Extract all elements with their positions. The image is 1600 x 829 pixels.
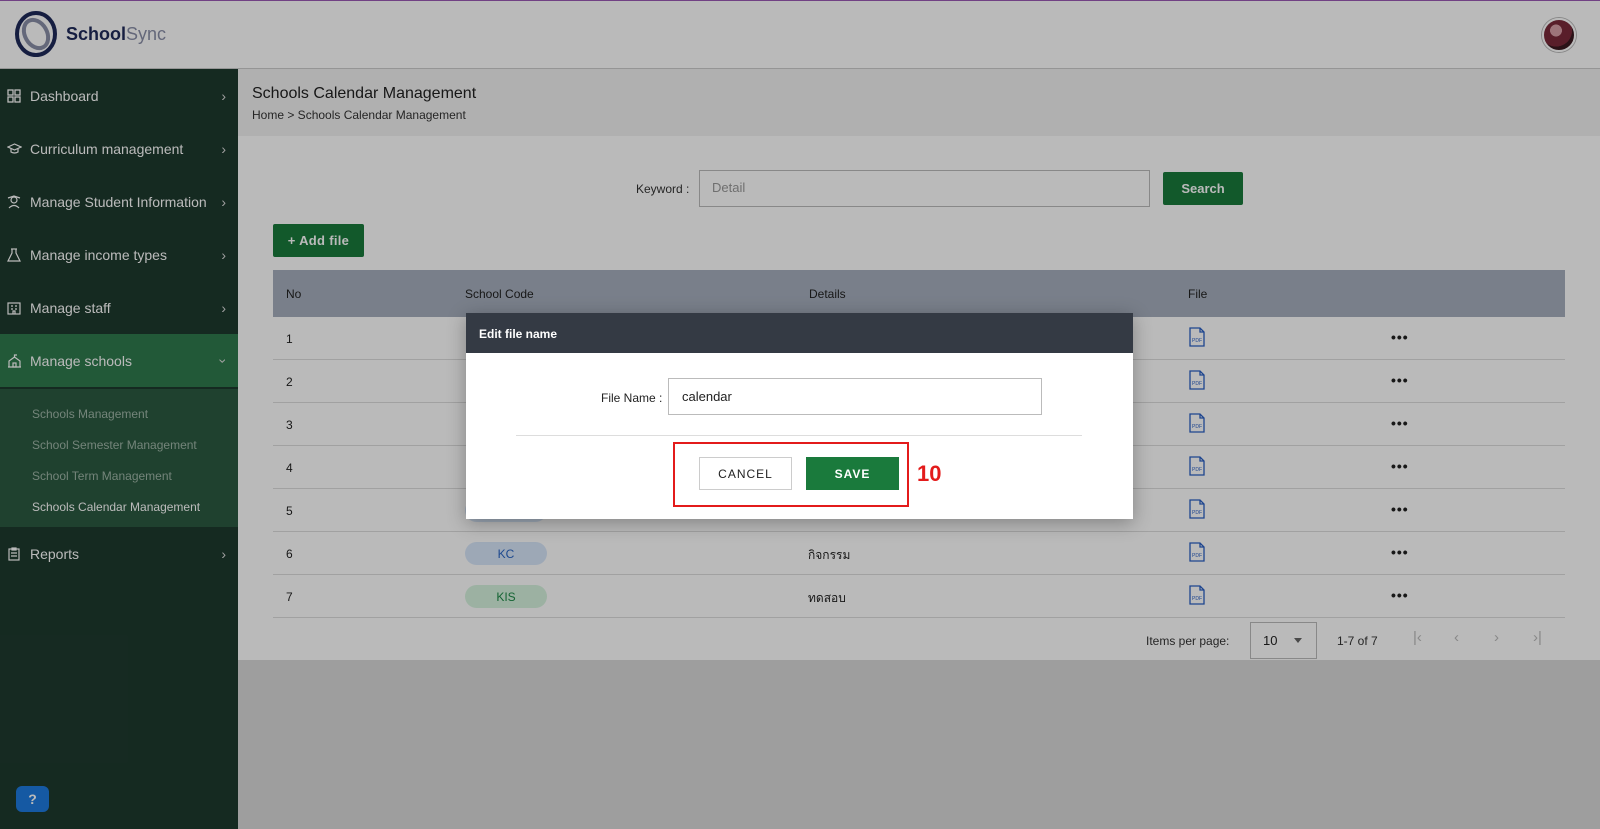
annotation-step-number: 10	[917, 461, 942, 486]
file-name-label: File Name :	[601, 391, 663, 405]
annotation-highlight-box	[673, 442, 909, 507]
dialog-title: Edit file name	[466, 313, 1133, 353]
file-name-input[interactable]: calendar	[668, 378, 1042, 415]
dialog-divider	[516, 435, 1082, 436]
